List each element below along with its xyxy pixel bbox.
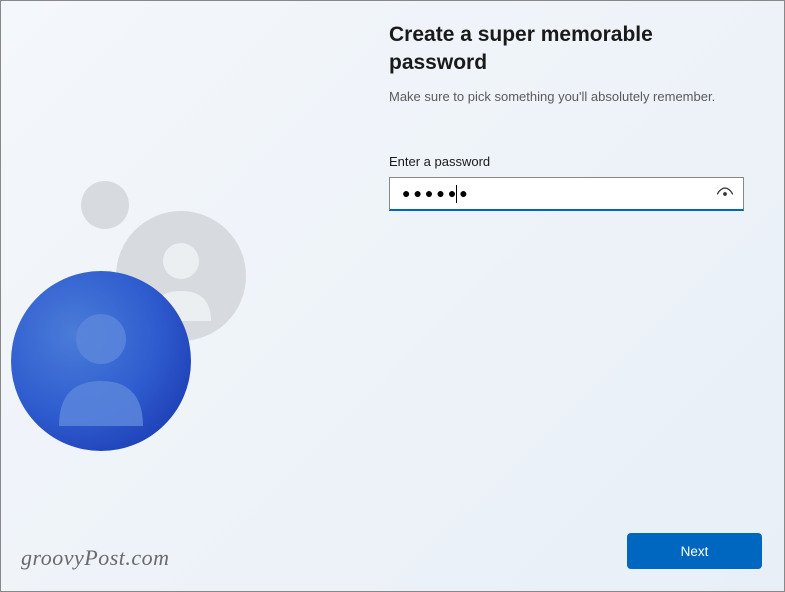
password-input[interactable] [389, 177, 744, 211]
text-caret [456, 185, 457, 203]
account-illustration [1, 1, 281, 591]
password-label: Enter a password [389, 154, 744, 169]
next-button[interactable]: Next [627, 533, 762, 569]
page-subtitle: Make sure to pick something you'll absol… [389, 88, 744, 106]
watermark-text: groovyPost.com [21, 545, 170, 571]
password-field-wrap [389, 177, 744, 211]
reveal-password-icon[interactable] [714, 183, 736, 205]
page-title: Create a super memorable password [389, 21, 744, 78]
